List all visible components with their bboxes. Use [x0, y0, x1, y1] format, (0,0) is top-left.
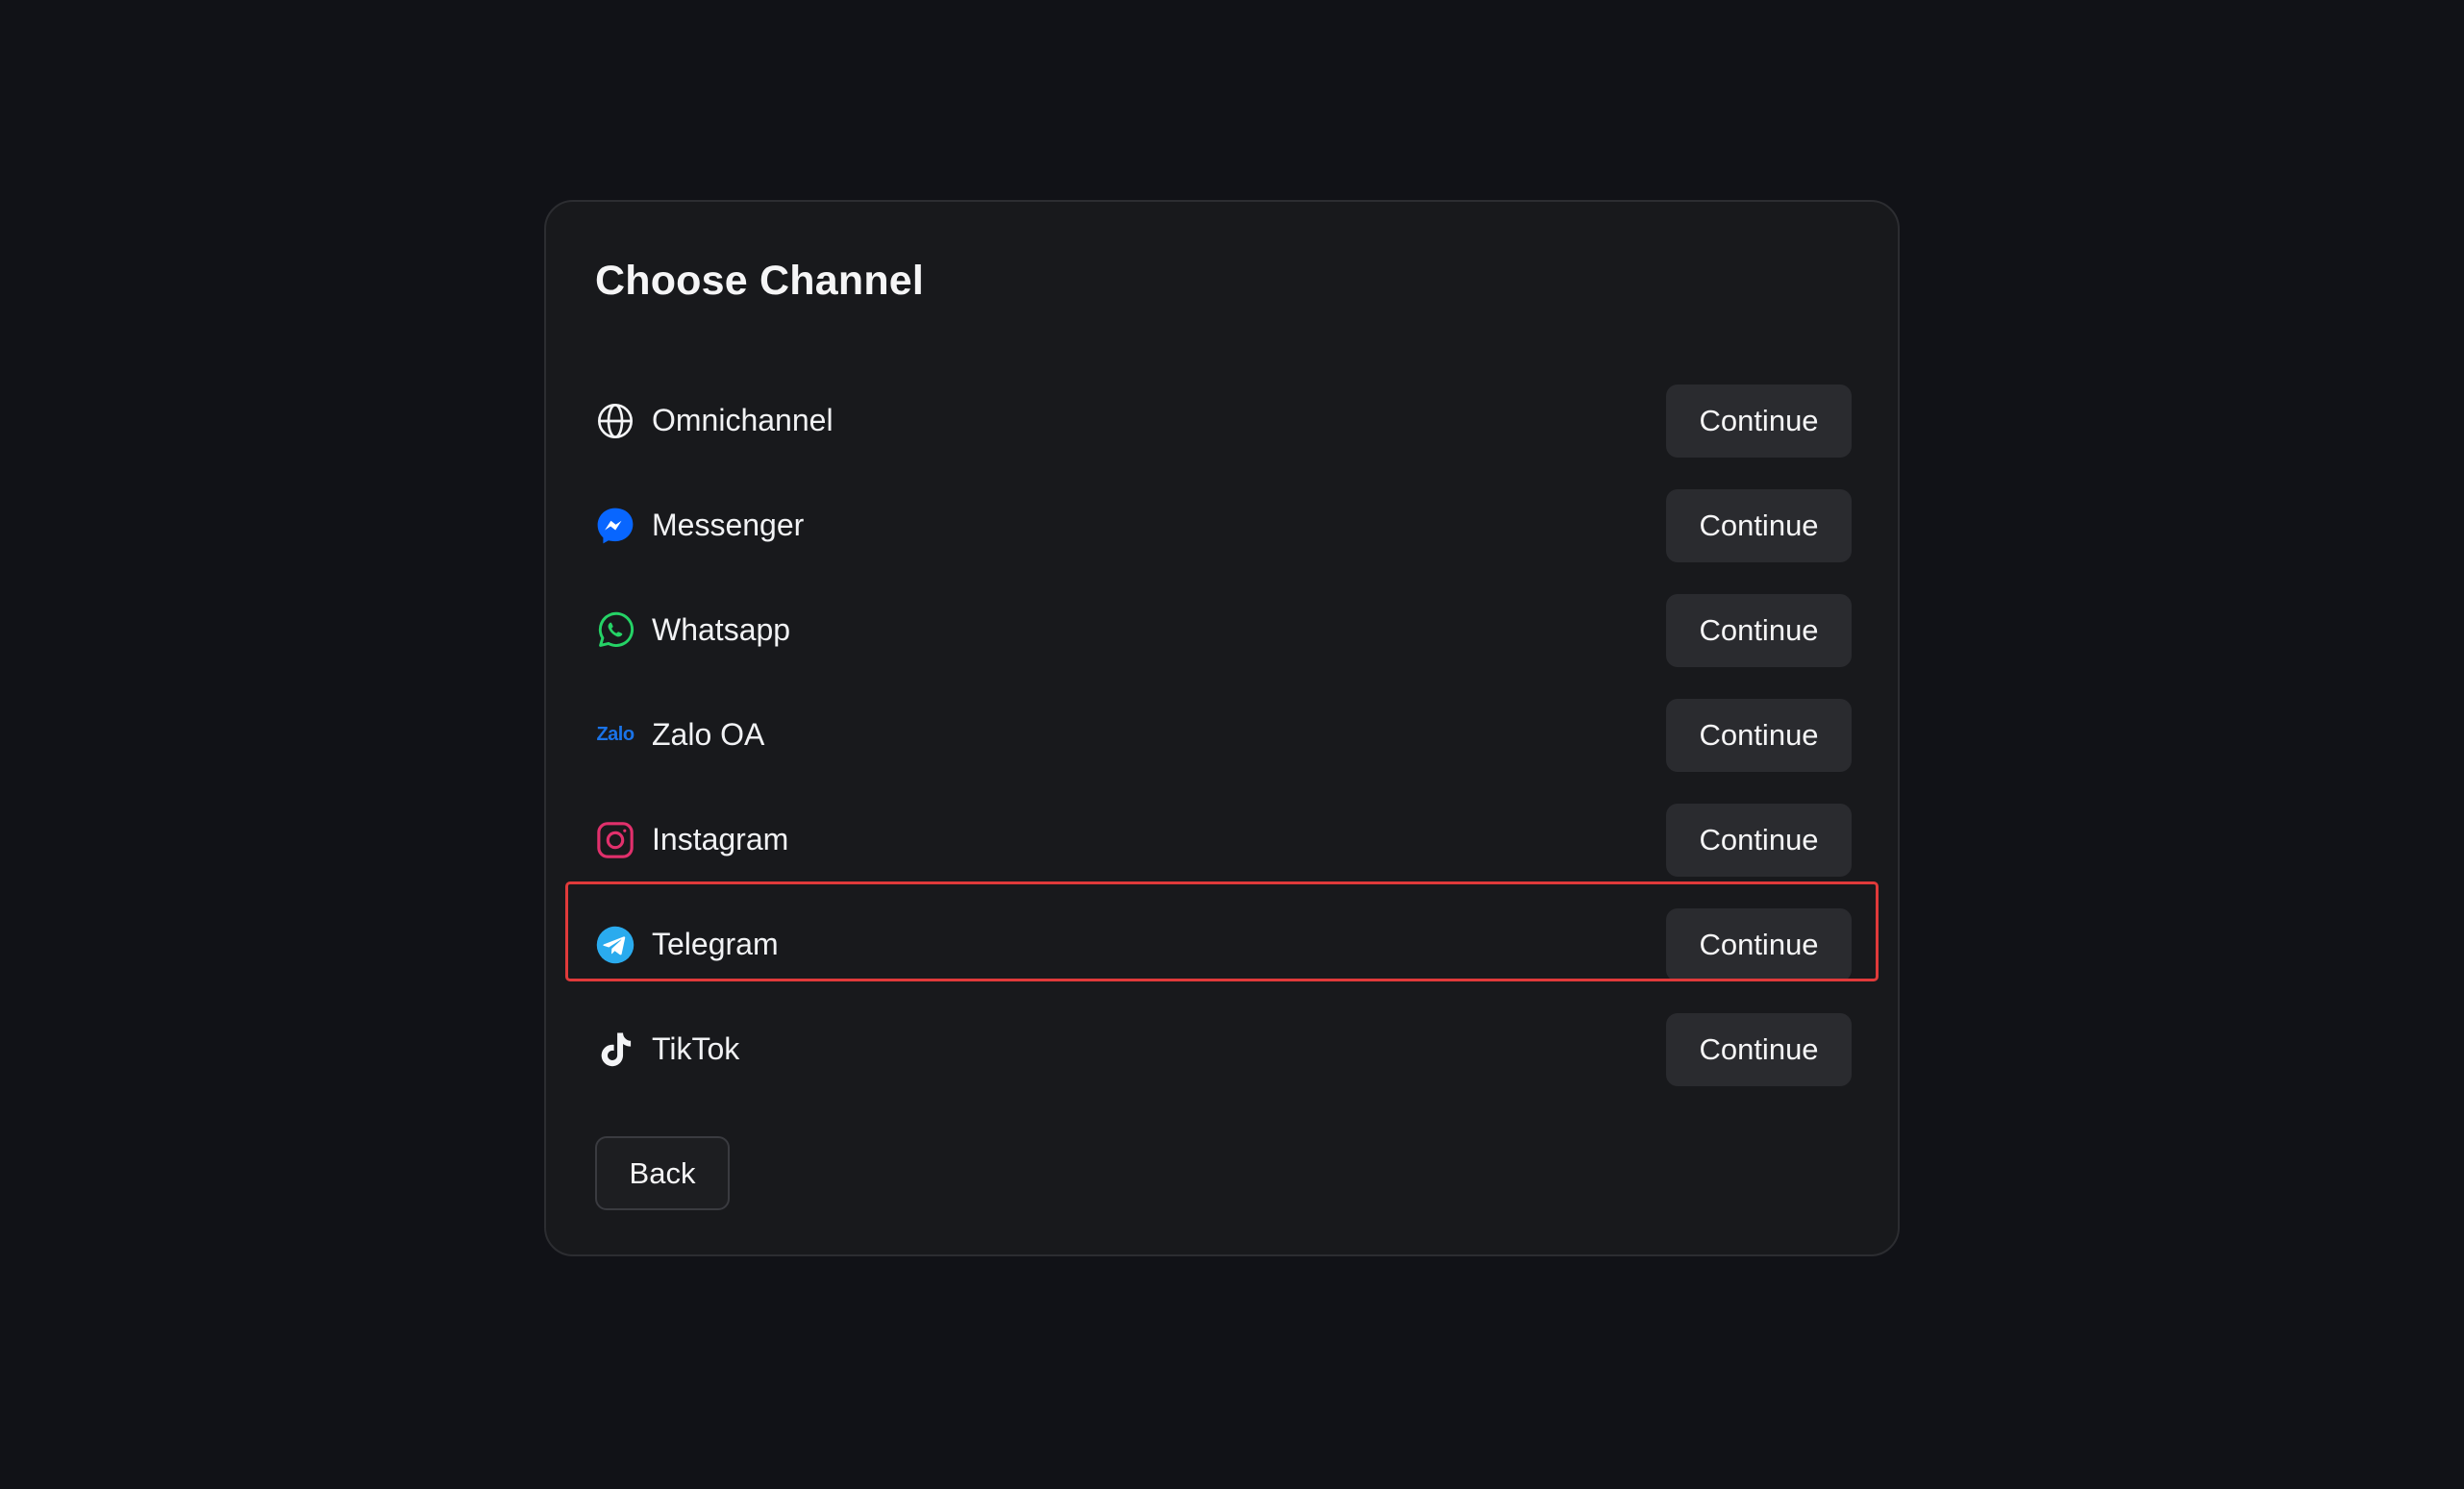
channel-label: Telegram: [652, 927, 779, 961]
channel-row-instagram: Instagram Continue: [595, 787, 1852, 892]
choose-channel-dialog: Choose Channel Omnichannel Continue Mess…: [544, 200, 1900, 1256]
channel-label: Omnichannel: [652, 403, 834, 437]
channel-label: Zalo OA: [652, 717, 765, 752]
channel-row-omnichannel: Omnichannel Continue: [595, 368, 1852, 473]
tiktok-icon: [595, 1030, 635, 1070]
channel-label: Instagram: [652, 822, 789, 856]
continue-button-omnichannel[interactable]: Continue: [1666, 384, 1852, 458]
continue-button-messenger[interactable]: Continue: [1666, 488, 1852, 562]
channel-row-telegram: Telegram Continue: [595, 892, 1852, 997]
messenger-icon: [595, 506, 635, 546]
channel-row-zalo: Zalo Zalo OA Continue: [595, 682, 1852, 787]
channel-label: TikTok: [652, 1031, 740, 1066]
dialog-title: Choose Channel: [595, 258, 925, 304]
zalo-icon: Zalo: [596, 724, 635, 745]
continue-button-telegram[interactable]: Continue: [1666, 907, 1852, 981]
channel-label: Messenger: [652, 508, 805, 542]
continue-button-whatsapp[interactable]: Continue: [1666, 593, 1852, 667]
instagram-icon: [595, 820, 635, 860]
continue-button-zalo[interactable]: Continue: [1666, 698, 1852, 772]
telegram-icon: [595, 925, 635, 965]
channel-row-whatsapp: Whatsapp Continue: [595, 578, 1852, 682]
channel-list: Omnichannel Continue Messenger Continue …: [595, 368, 1852, 1102]
channel-row-messenger: Messenger Continue: [595, 473, 1852, 578]
continue-button-tiktok[interactable]: Continue: [1666, 1012, 1852, 1086]
back-button[interactable]: Back: [595, 1136, 730, 1210]
channel-row-tiktok: TikTok Continue: [595, 997, 1852, 1102]
whatsapp-icon: [595, 610, 635, 651]
continue-button-instagram[interactable]: Continue: [1666, 803, 1852, 877]
channel-label: Whatsapp: [652, 612, 791, 647]
globe-icon: [595, 401, 635, 441]
